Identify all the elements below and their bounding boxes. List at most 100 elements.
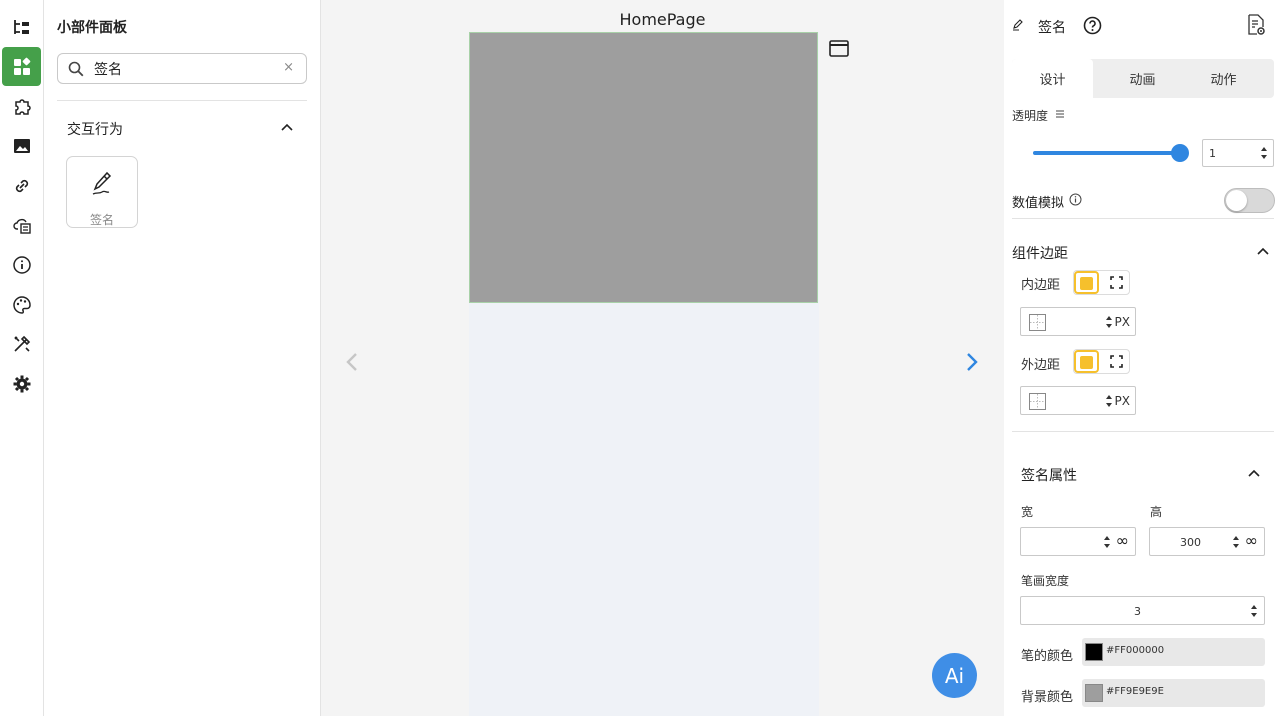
uniform-mode-button[interactable] [1074,271,1099,294]
stepper-icon[interactable] [1103,533,1111,551]
widget-search[interactable]: × [57,53,307,84]
rail-links[interactable] [2,166,41,205]
info-icon [12,255,31,274]
search-input[interactable] [94,58,274,80]
selected-widget-title: 签名 [1038,20,1066,36]
palette-icon [12,295,31,314]
bg-color-picker[interactable]: #FF9E9E9E [1082,679,1265,707]
padding-label: 内边距 [1021,278,1061,293]
panel-title: 小部件面板 [57,20,127,36]
chevron-right-icon[interactable] [965,352,979,372]
rail-tools[interactable] [2,324,41,363]
stepper-icon[interactable] [1250,602,1258,620]
opacity-label: 透明度 [1012,109,1049,121]
signature-widget[interactable] [469,32,818,303]
help-icon[interactable] [1083,16,1102,35]
chevron-up-icon[interactable] [1247,466,1261,480]
info-icon[interactable] [1069,193,1082,206]
unit-label: PX [1114,394,1130,408]
props-tabs: 设计 动画 动作 [1012,59,1274,98]
tools-icon [13,335,30,352]
value-simulation-toggle[interactable] [1224,188,1275,213]
rail-plugins[interactable] [2,87,41,126]
expand-icon[interactable] [1110,355,1123,368]
chevron-up-icon[interactable] [1256,244,1270,258]
stepper-icon[interactable] [1260,144,1268,162]
search-icon [68,61,84,77]
divider [57,100,307,101]
stepper-icon[interactable] [1232,533,1240,551]
bg-color-value: #FF9E9E9E [1106,686,1164,697]
rail-widgets[interactable] [2,47,41,86]
chevron-left-icon[interactable] [345,352,359,372]
height-label: 高 [1150,505,1163,519]
signature-props-title[interactable]: 签名属性 [1021,465,1077,485]
pen-color-swatch[interactable] [1085,643,1103,661]
rail-cloud-data[interactable] [2,205,41,244]
divider [1012,431,1274,432]
opacity-input[interactable]: 1 [1202,139,1274,167]
ai-assistant-button[interactable]: Ai [932,653,977,698]
opacity-slider[interactable] [1033,151,1181,155]
widget-panel: 小部件面板 × 交互行为 签名 [44,0,321,716]
padding-input[interactable]: PX [1020,307,1136,336]
page-title: HomePage [619,10,706,29]
stepper-icon[interactable] [1105,392,1113,410]
puzzle-icon [14,98,31,115]
clear-search-button[interactable]: × [283,60,294,75]
uniform-mode-button[interactable] [1074,350,1099,373]
tab-animation[interactable]: 动画 [1102,59,1183,98]
icon-rail [0,0,44,716]
section-interaction[interactable]: 交互行为 [67,119,123,139]
bg-color-label: 背景颜色 [1021,690,1074,705]
rail-images[interactable] [2,126,41,165]
rail-theme[interactable] [2,285,41,324]
signature-pen-icon [92,171,112,195]
stroke-width-input[interactable]: 3 [1020,596,1265,625]
toggle-knob [1226,190,1247,211]
stroke-width-label: 笔画宽度 [1021,574,1070,588]
bg-color-swatch[interactable] [1085,684,1103,702]
browser-window-icon[interactable] [829,40,849,57]
padding-mode-toggle[interactable] [1073,270,1130,295]
opacity-slider-handle[interactable] [1171,144,1189,162]
divider [1012,218,1274,219]
uniform-icon [1080,277,1093,290]
uniform-icon [1080,356,1093,369]
design-canvas: HomePage Ai [321,0,1004,716]
settings-icon [13,375,30,392]
value-simulation-label: 数值模拟 [1012,196,1065,211]
margin-mode-toggle[interactable] [1073,349,1130,374]
width-label: 宽 [1021,505,1034,519]
rail-tree[interactable] [2,8,41,47]
padding-grid-icon [1029,314,1046,331]
stroke-width-value: 3 [1134,605,1141,618]
margin-input[interactable]: PX [1020,386,1136,415]
stepper-icon[interactable] [1105,313,1113,331]
unit-label: PX [1114,315,1130,329]
widget-signature[interactable]: 签名 [66,156,138,228]
rail-settings[interactable] [2,364,41,403]
device-frame [469,32,819,716]
chevron-up-icon[interactable] [280,120,294,134]
opacity-value: 1 [1209,147,1216,160]
tab-design[interactable]: 设计 [1012,59,1093,98]
rail-info[interactable] [2,245,41,284]
signature-pen-icon [1013,19,1023,31]
infinity-icon[interactable]: ∞ [1245,531,1258,550]
page-settings-icon[interactable] [1246,14,1266,36]
tab-action[interactable]: 动作 [1183,59,1264,98]
cloud-data-icon [12,218,31,234]
pen-color-picker[interactable]: #FF000000 [1082,638,1265,666]
menu-icon[interactable] [1055,109,1065,119]
tree-icon [13,19,29,34]
spacing-section-title[interactable]: 组件边距 [1012,243,1068,263]
infinity-icon[interactable]: ∞ [1116,531,1129,550]
height-value: 300 [1180,536,1201,549]
expand-icon[interactable] [1110,276,1123,289]
width-input[interactable]: ∞ [1020,527,1136,556]
image-icon [13,138,30,153]
height-input[interactable]: 300 ∞ [1149,527,1265,556]
pen-color-value: #FF000000 [1106,645,1165,656]
pen-color-label: 笔的颜色 [1021,649,1074,664]
